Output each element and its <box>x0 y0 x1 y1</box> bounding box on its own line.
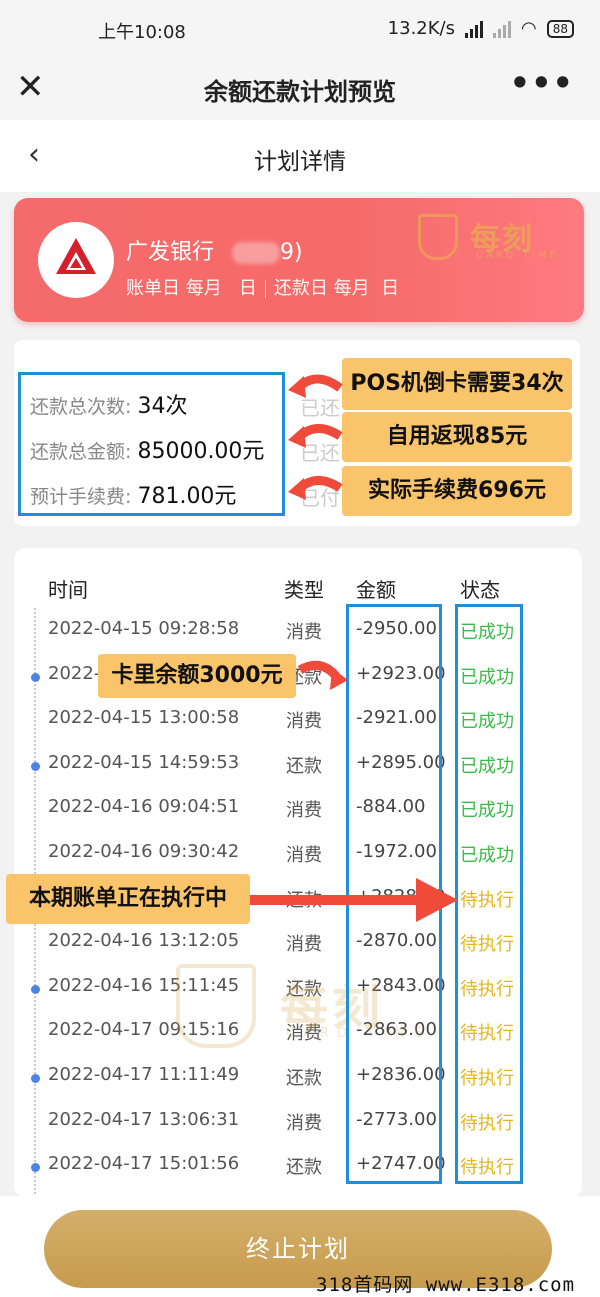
status-icons: 13.2K/s ◠ 88 <box>388 18 574 39</box>
brand-watermark: 每刻 CARD TIME <box>418 214 578 264</box>
bank-dates: 账单日 每月 日还款日 每月 日 <box>126 274 399 300</box>
callout-pos: POS机倒卡需要34次 <box>342 358 572 410</box>
card-suffix: 9) <box>280 240 303 265</box>
status-time: 上午10:08 <box>98 22 186 43</box>
status-highlight-box <box>455 604 523 1184</box>
timeline-dot-icon <box>31 1163 40 1173</box>
summary-label: 预计手续费: <box>30 486 132 508</box>
callout-cashback: 自用返现85元 <box>342 412 572 462</box>
bill-day-label: 账单日 每月 <box>126 278 222 299</box>
row-time: 2022-04-15 09:28:58 <box>48 618 240 639</box>
row-type: 消费 <box>286 845 322 866</box>
row-time: 2022-04-17 15:01:56 <box>48 1153 240 1175</box>
row-time: 2022-04-15 14:59:53 <box>48 751 240 773</box>
site-watermark: 318首码网 www.E318.com <box>316 1274 576 1296</box>
row-type: 消费 <box>286 1112 322 1134</box>
summary-value: 85000.00元 <box>137 439 265 464</box>
watermark-shield-icon <box>176 964 256 1048</box>
row-time: 2022-04-17 11:11:49 <box>48 1064 240 1085</box>
timeline-dot-icon <box>31 984 40 994</box>
repay-day-end: 日 <box>381 278 400 299</box>
status-bar: 上午10:08 13.2K/s ◠ 88 <box>0 0 600 58</box>
col-status: 状态 <box>460 578 500 602</box>
summary-label: 还款总次数: <box>30 396 132 418</box>
row-type: 消费 <box>286 711 322 733</box>
summary-row-count: 还款总次数: 34次 <box>30 388 187 420</box>
row-type: 还款 <box>286 1068 322 1089</box>
executing-arrow-icon <box>250 878 458 922</box>
bill-day-end: 日 <box>238 278 257 299</box>
summary-value: 34次 <box>137 394 188 419</box>
row-type: 消费 <box>286 800 322 822</box>
repay-day-label: 还款日 每月 <box>273 278 370 299</box>
row-type: 还款 <box>286 1157 322 1179</box>
callout-executing: 本期账单正在执行中 <box>6 874 250 924</box>
row-time: 2022-04-15 13:00:58 <box>48 707 240 729</box>
signal-icon <box>465 20 483 38</box>
timeline-dot-icon <box>31 672 40 682</box>
row-time: 2022-04-17 13:06:31 <box>48 1108 240 1130</box>
sub-header: ‹ 计划详情 <box>0 120 600 192</box>
network-speed: 13.2K/s <box>387 18 455 39</box>
sub-title: 计划详情 <box>254 149 346 175</box>
timeline-dot-icon <box>31 761 40 771</box>
more-icon[interactable]: ••• <box>510 64 574 102</box>
bank-logo <box>38 222 114 298</box>
timeline-dot-icon <box>31 1074 40 1083</box>
signal-2-icon <box>493 20 511 38</box>
col-time: 时间 <box>48 578 88 602</box>
col-amount: 金额 <box>356 578 396 602</box>
brand-shield-icon <box>418 214 458 260</box>
callout-fee: 实际手续费696元 <box>342 466 572 516</box>
brand-sub: CARD TIME <box>476 250 559 261</box>
row-time: 2022-04-16 13:12:05 <box>48 930 240 952</box>
row-type: 还款 <box>286 755 322 777</box>
balance-arrow-icon <box>297 660 348 690</box>
row-type: 消费 <box>286 934 322 956</box>
callout-balance: 卡里余额3000元 <box>98 654 296 698</box>
callout-arrows-icon <box>288 374 343 500</box>
col-type: 类型 <box>284 578 324 602</box>
masked-number <box>232 242 281 264</box>
bank-name: 广发银行 9) <box>126 234 303 266</box>
row-time: 2022-04-16 09:30:42 <box>48 841 240 862</box>
title-bar: ✕ 余额还款计划预览 ••• <box>0 58 600 120</box>
row-type: 消费 <box>286 622 322 643</box>
summary-row-fee: 预计手续费: 781.00元 <box>30 478 236 510</box>
row-time: 2022-04-16 09:04:51 <box>48 796 240 818</box>
summary-value: 781.00元 <box>137 484 237 509</box>
summary-row-total: 还款总金额: 85000.00元 <box>30 433 264 465</box>
summary-label: 还款总金额: <box>30 441 132 463</box>
wifi-icon: ◠ <box>521 18 537 39</box>
bank-name-text: 广发银行 <box>126 240 215 265</box>
battery-icon: 88 <box>546 19 574 38</box>
